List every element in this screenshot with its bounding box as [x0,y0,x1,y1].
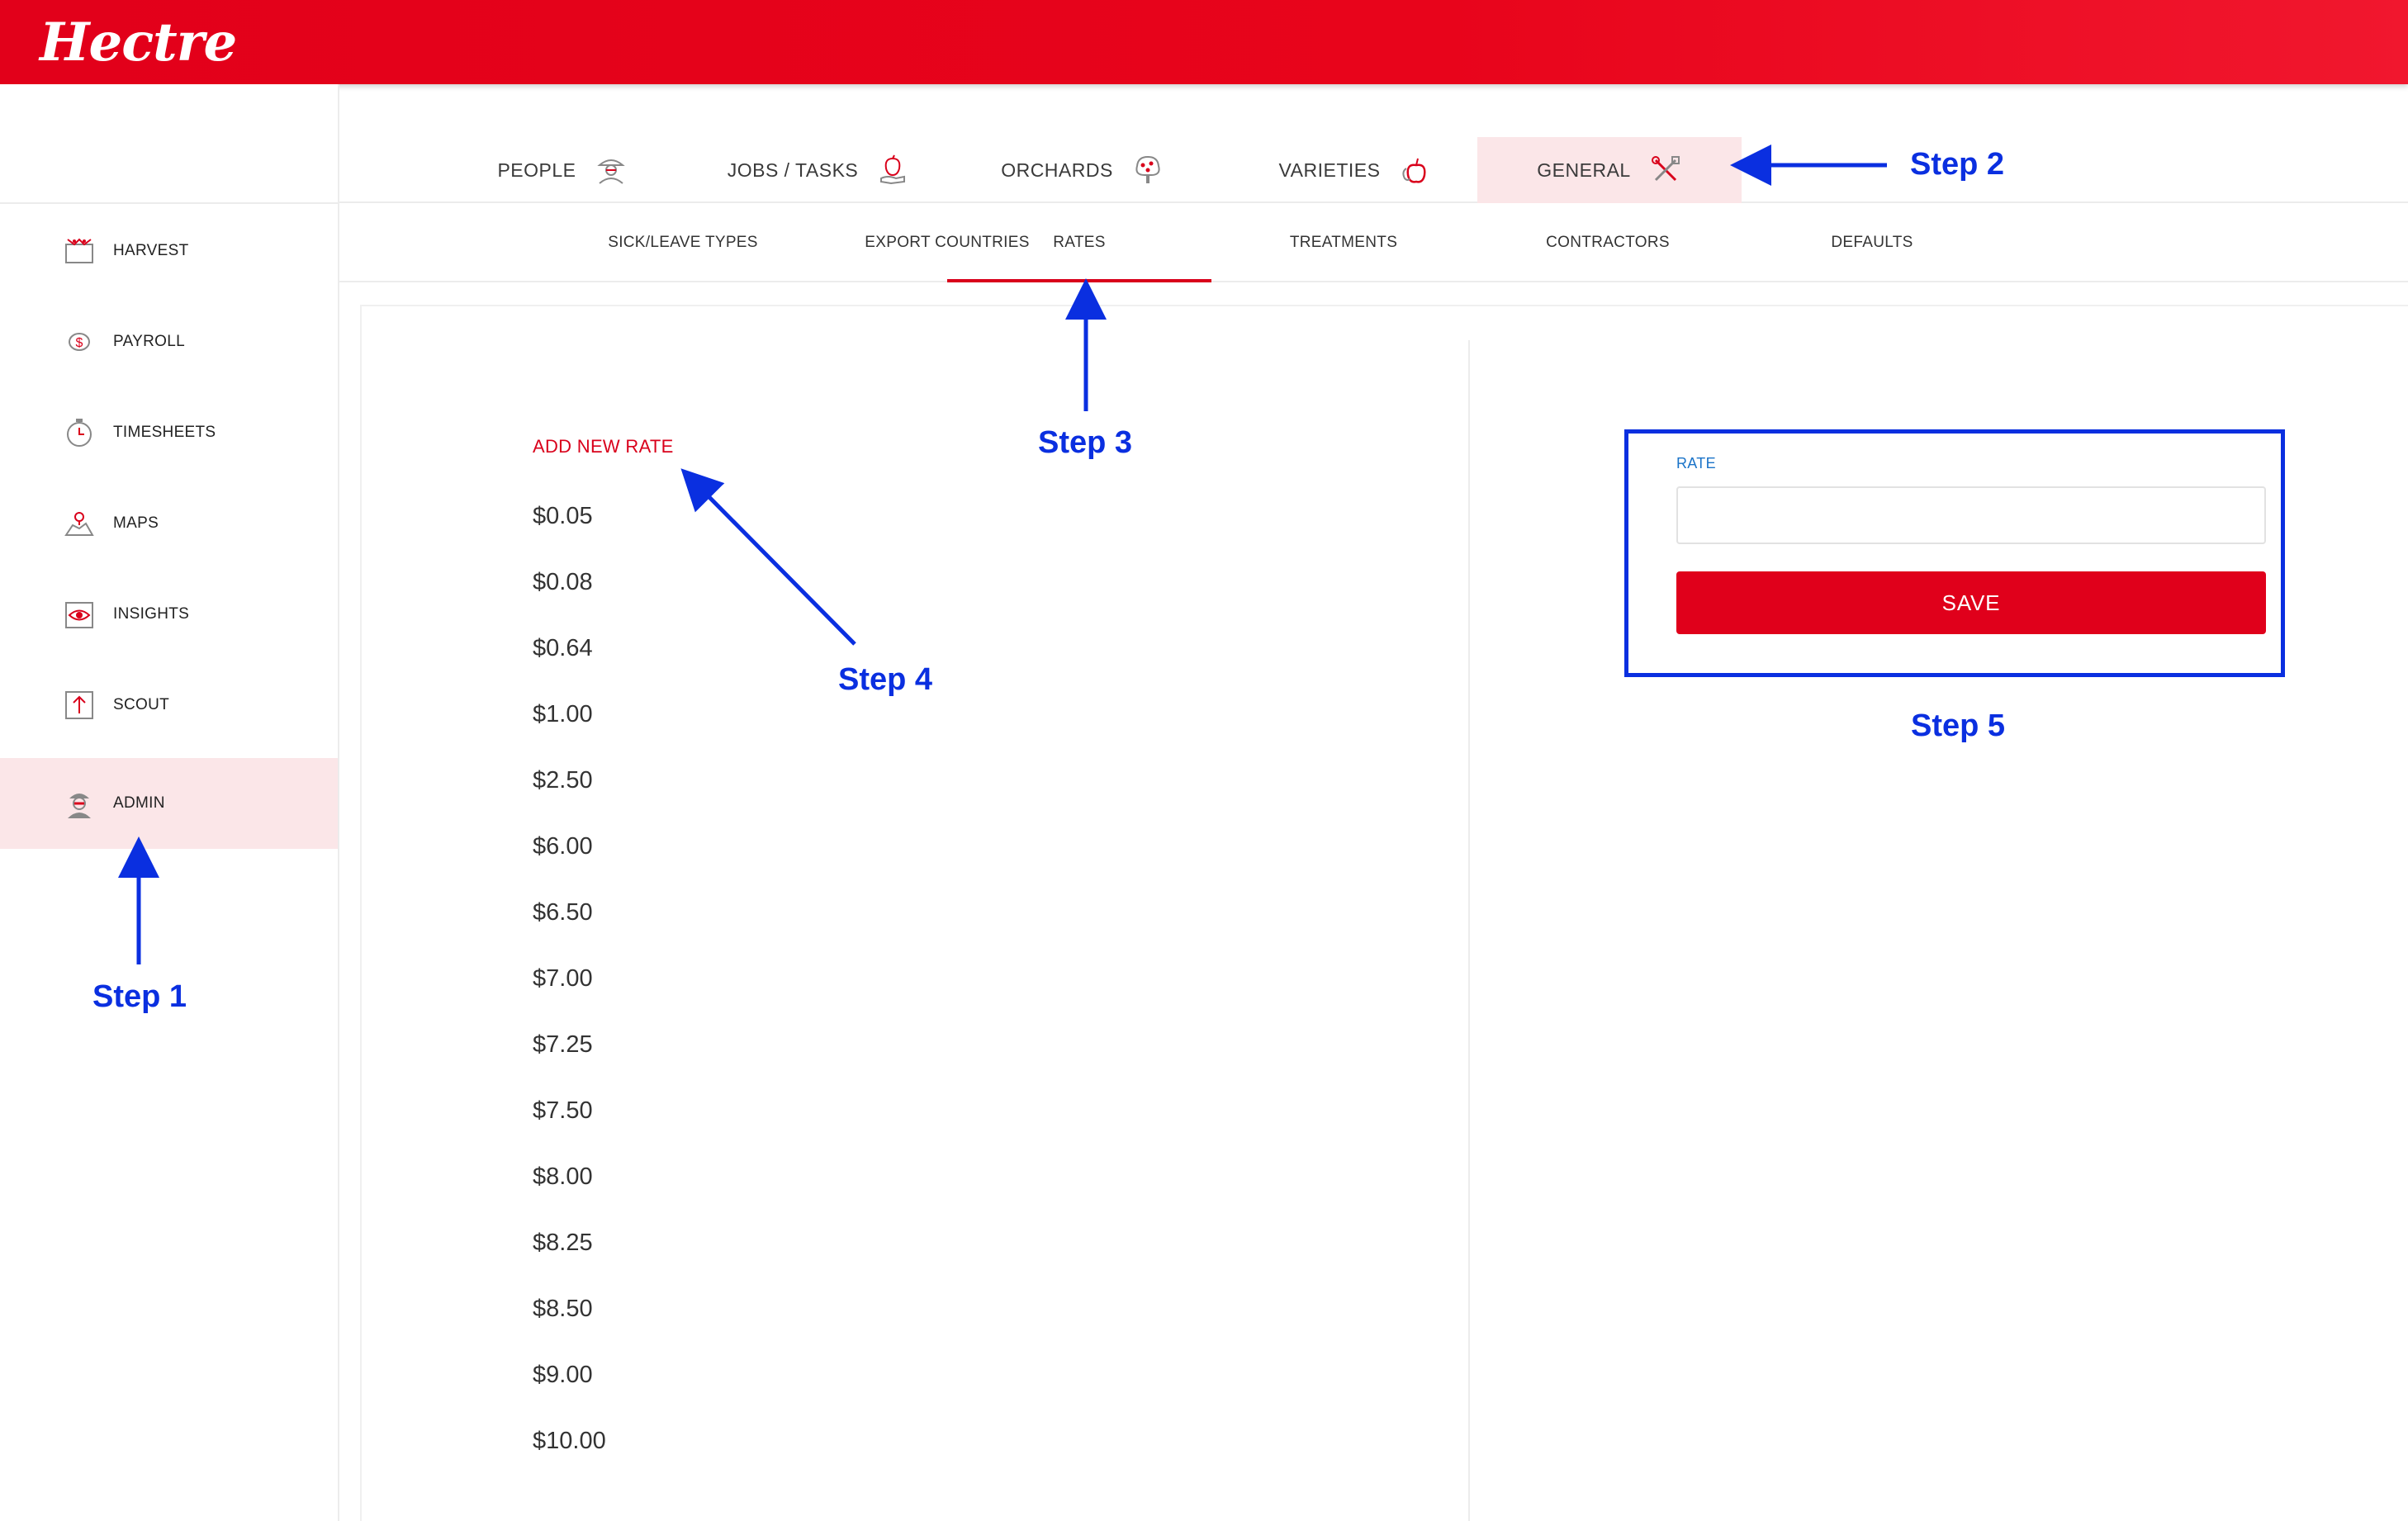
rate-item[interactable]: $6.00 [533,826,606,892]
panel-divider [1468,340,1470,1521]
rate-list: $0.05 $0.08 $0.64 $1.00 $2.50 $6.00 $6.5… [533,495,606,1486]
scout-icon [63,689,96,722]
harvest-icon [63,235,96,268]
payroll-icon: $ [63,325,96,358]
sidebar-item-payroll[interactable]: $ PAYROLL [0,296,338,387]
sidebar-item-maps[interactable]: MAPS [0,478,338,569]
tab-label: GENERAL [1537,159,1631,181]
sidebar-item-label: TIMESHEETS [113,424,216,441]
rate-field-label: RATE [1676,455,1716,471]
tab-varieties[interactable]: VARIETIES [1264,137,1446,203]
rate-item[interactable]: $0.64 [533,628,606,694]
sidebar-item-label: SCOUT [113,696,169,713]
add-new-rate-link[interactable]: ADD NEW RATE [533,436,674,457]
tab-label: ORCHARDS [1001,159,1113,181]
save-button[interactable]: SAVE [1676,571,2266,634]
rate-input[interactable] [1676,486,2266,544]
rate-item[interactable]: $7.25 [533,1024,606,1090]
rate-item[interactable]: $10.00 [533,1420,606,1486]
rate-item[interactable]: $7.50 [533,1090,606,1156]
rate-item[interactable]: $2.50 [533,760,606,826]
varieties-icon [1398,154,1431,187]
tab-label: PEOPLE [497,159,576,181]
step2-label: Step 2 [1910,147,2005,182]
tools-icon [1649,154,1682,187]
step5-label: Step 5 [1911,708,2006,743]
sidebar-item-scout[interactable]: SCOUT [0,660,338,751]
rate-item[interactable]: $9.00 [533,1354,606,1420]
tab-label: JOBS / TASKS [727,159,859,181]
subtab-rates[interactable]: RATES [947,203,1211,282]
sidebar: HARVEST $ PAYROLL TIMESHEETS MAPS INSIGH… [0,84,339,1521]
rate-item[interactable]: $0.05 [533,495,606,561]
step3-label: Step 3 [1038,425,1133,460]
tab-people[interactable]: PEOPLE [463,137,661,203]
hectre-logo[interactable]: Hectre [40,12,237,73]
tab-general[interactable]: GENERAL [1477,137,1742,203]
sidebar-item-label: ADMIN [113,794,165,812]
orchards-icon [1131,154,1164,187]
sidebar-item-label: HARVEST [113,242,189,259]
rate-item[interactable]: $8.00 [533,1156,606,1222]
rate-item[interactable]: $8.50 [533,1288,606,1354]
main-tabs: PEOPLE JOBS / TASKS ORCHARDS VARIETIES G… [339,84,2408,203]
sidebar-item-harvest[interactable]: HARVEST [0,206,338,296]
tab-jobs-tasks[interactable]: JOBS / TASKS [719,137,917,203]
rate-item[interactable]: $1.00 [533,694,606,760]
rate-item[interactable]: $0.08 [533,561,606,628]
timesheets-icon [63,416,96,449]
tab-label: VARIETIES [1278,159,1381,181]
subtab-contractors[interactable]: CONTRACTORS [1476,203,1740,282]
sidebar-item-label: MAPS [113,514,159,532]
svg-text:$: $ [76,336,83,350]
sidebar-item-insights[interactable]: INSIGHTS [0,569,338,660]
subtab-sick-leave-types[interactable]: SICK/LEAVE TYPES [551,203,815,282]
step4-label: Step 4 [838,662,933,697]
tab-orchards[interactable]: ORCHARDS [992,137,1173,203]
rate-item[interactable]: $8.25 [533,1222,606,1288]
sub-tabs: SICK/LEAVE TYPES EXPORT COUNTRIES RATES … [339,203,2408,282]
people-icon [595,154,628,187]
rate-item[interactable]: $6.50 [533,892,606,958]
sidebar-item-admin[interactable]: ADMIN [0,758,338,849]
top-bar: Hectre [0,0,2408,84]
step1-label: Step 1 [92,979,187,1014]
subtab-treatments[interactable]: TREATMENTS [1211,203,1476,282]
sidebar-item-timesheets[interactable]: TIMESHEETS [0,387,338,478]
sidebar-item-label: INSIGHTS [113,605,190,623]
sidebar-item-label: PAYROLL [113,333,185,350]
sidebar-divider [0,202,339,204]
maps-icon [63,507,96,540]
rate-item[interactable]: $7.00 [533,958,606,1024]
insights-icon [63,598,96,631]
step5-highlight-box [1624,429,2285,677]
jobs-icon [876,154,909,187]
admin-icon [63,787,96,820]
subtab-defaults[interactable]: DEFAULTS [1740,203,2004,282]
